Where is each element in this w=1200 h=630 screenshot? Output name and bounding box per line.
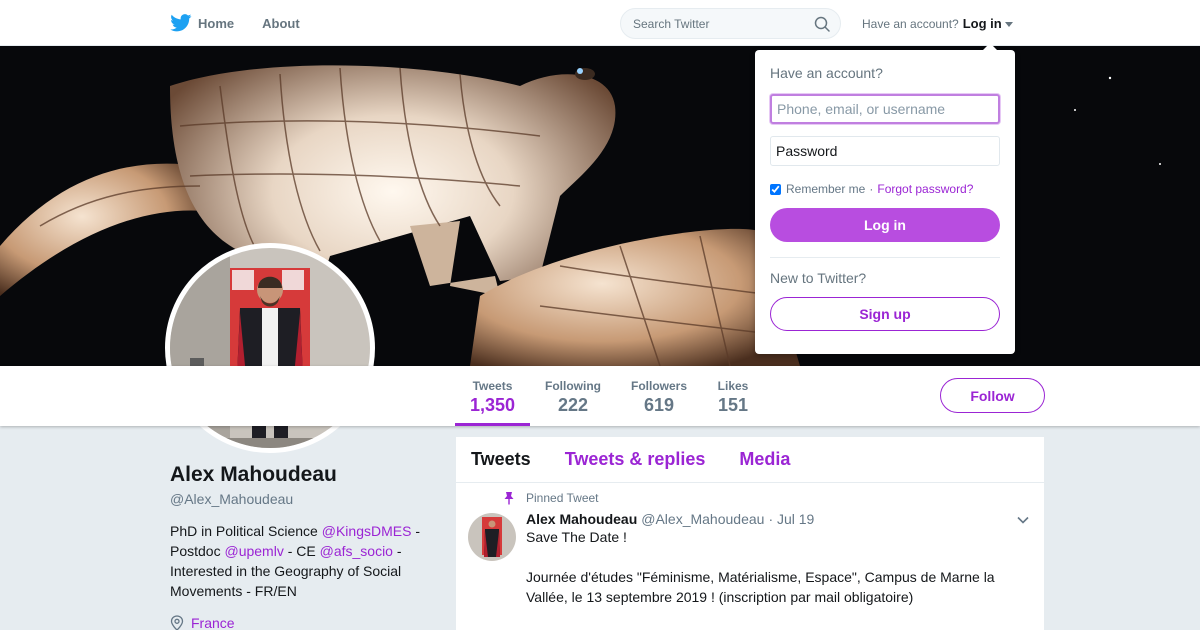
caret-down-icon[interactable] bbox=[1004, 21, 1013, 27]
remember-me-label[interactable]: Remember me bbox=[786, 182, 865, 196]
timeline: Tweets Tweets & replies Media Pinned Twe… bbox=[456, 437, 1044, 630]
remember-row: Remember me · Forgot password? bbox=[770, 182, 1000, 196]
username-field[interactable] bbox=[770, 94, 1000, 124]
bio-mention-upemlv[interactable]: @upemlv bbox=[224, 543, 283, 559]
profile-stats-bar: Tweets 1,350 Following 222 Followers 619… bbox=[0, 366, 1200, 426]
stat-following-value: 222 bbox=[557, 395, 589, 415]
search-input[interactable] bbox=[633, 16, 803, 31]
tweet-text-line: Journée d'études "Féminisme, Matérialism… bbox=[526, 569, 995, 605]
nav-home-label: Home bbox=[198, 15, 235, 31]
timeline-tabs: Tweets Tweets & replies Media bbox=[456, 437, 1044, 483]
twitter-bird-icon bbox=[170, 14, 192, 32]
nav-about-link[interactable]: About bbox=[262, 16, 300, 31]
location-label: France bbox=[191, 615, 235, 630]
login-dropdown-title: Have an account? bbox=[770, 65, 883, 81]
profile-location[interactable]: France bbox=[170, 615, 235, 630]
top-navigation: Home About Have an account? Log in bbox=[0, 0, 1200, 46]
stat-tweets[interactable]: Tweets 1,350 bbox=[455, 366, 530, 426]
stat-followers[interactable]: Followers 619 bbox=[624, 366, 694, 426]
tweet-header: Alex Mahoudeau @Alex_Mahoudeau · Jul 19 bbox=[526, 511, 1044, 527]
chevron-down-icon[interactable] bbox=[1016, 513, 1030, 527]
profile-handle[interactable]: @Alex_Mahoudeau bbox=[170, 491, 293, 507]
nav-home-link[interactable]: Home bbox=[170, 14, 234, 32]
stat-likes-label: Likes bbox=[717, 379, 749, 393]
tweet-text-line: Save The Date ! bbox=[526, 529, 627, 545]
new-to-twitter-label: New to Twitter? bbox=[770, 270, 867, 286]
login-button[interactable]: Log in bbox=[770, 208, 1000, 242]
tweet-timestamp[interactable]: · Jul 19 bbox=[768, 511, 814, 527]
dropdown-divider bbox=[770, 257, 1000, 258]
pinned-tweet-label: Pinned Tweet bbox=[526, 491, 599, 505]
pin-icon bbox=[502, 491, 516, 505]
remember-me-checkbox[interactable] bbox=[770, 183, 781, 195]
account-menu: Have an account? Log in bbox=[862, 16, 1013, 31]
bio-text: PhD in Political Science bbox=[170, 523, 322, 539]
stat-tweets-label: Tweets bbox=[472, 379, 513, 393]
tweet-author-name[interactable]: Alex Mahoudeau bbox=[526, 511, 637, 527]
location-pin-icon bbox=[170, 615, 184, 630]
tweet-avatar-photo bbox=[468, 513, 516, 561]
pinned-tweet[interactable]: Pinned Tweet Alex Mahoudeau @Alex_Mahoud… bbox=[456, 483, 1044, 607]
stat-following[interactable]: Following 222 bbox=[538, 366, 608, 426]
tweet-author-handle[interactable]: @Alex_Mahoudeau bbox=[641, 511, 764, 527]
stat-followers-label: Followers bbox=[630, 379, 687, 393]
tab-media[interactable]: Media bbox=[739, 449, 790, 470]
bio-text: - CE bbox=[283, 543, 320, 559]
stat-tweets-value: 1,350 bbox=[469, 395, 516, 415]
password-field[interactable] bbox=[770, 136, 1000, 166]
tab-tweets-replies[interactable]: Tweets & replies bbox=[565, 449, 706, 470]
search-icon[interactable] bbox=[814, 16, 830, 32]
stat-followers-value: 619 bbox=[643, 395, 675, 415]
bio-mention-afs-socio[interactable]: @afs_socio bbox=[320, 543, 393, 559]
forgot-password-link[interactable]: Forgot password? bbox=[877, 182, 973, 196]
stat-likes-value: 151 bbox=[717, 395, 749, 415]
have-account-text: Have an account? bbox=[862, 16, 959, 31]
bio-mention-kingsdmes[interactable]: @KingsDMES bbox=[322, 523, 412, 539]
login-dropdown-toggle[interactable]: Log in bbox=[963, 16, 1002, 31]
tweet-text: Save The Date ! Journée d'études "Fémini… bbox=[526, 527, 1021, 607]
stat-following-label: Following bbox=[545, 379, 601, 393]
follow-button[interactable]: Follow bbox=[940, 378, 1045, 413]
remember-separator: · bbox=[869, 182, 874, 196]
nav-left: Home About bbox=[170, 0, 328, 46]
tab-tweets[interactable]: Tweets bbox=[471, 449, 531, 470]
profile-bio: PhD in Political Science @KingsDMES - Po… bbox=[170, 521, 425, 601]
pinned-tweet-context: Pinned Tweet bbox=[502, 491, 1044, 505]
login-dropdown: Have an account? Remember me · Forgot pa… bbox=[755, 43, 1015, 354]
signup-button[interactable]: Sign up bbox=[770, 297, 1000, 331]
profile-name[interactable]: Alex Mahoudeau bbox=[170, 463, 337, 487]
stat-likes[interactable]: Likes 151 bbox=[710, 366, 756, 426]
search-box bbox=[620, 8, 841, 39]
tweet-avatar[interactable] bbox=[468, 513, 516, 561]
